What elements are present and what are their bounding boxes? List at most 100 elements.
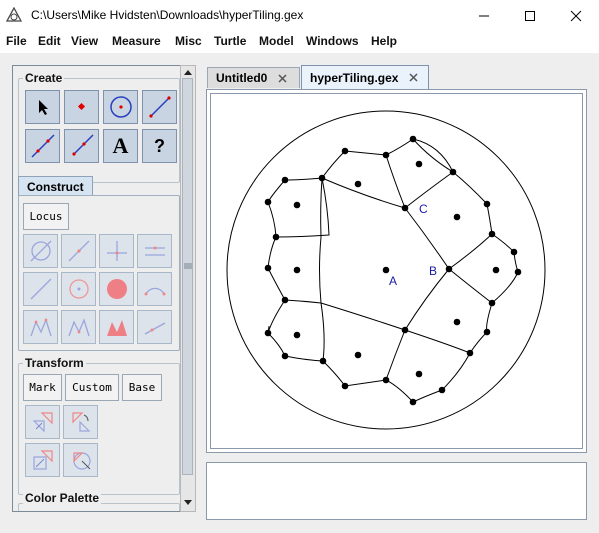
- tiling-edge: [320, 302, 406, 331]
- tiling-edge: [385, 138, 454, 209]
- vertex-point[interactable]: [341, 147, 349, 155]
- circle-icon: [109, 96, 132, 118]
- vertex-point[interactable]: [401, 326, 409, 334]
- vertex-point[interactable]: [319, 357, 327, 365]
- menu-model[interactable]: Model: [259, 34, 294, 48]
- reflect-tool[interactable]: [63, 443, 98, 477]
- vertex-point[interactable]: [281, 352, 289, 360]
- tiling-edge: [320, 177, 323, 238]
- menu-bar: File Edit View Measure Misc Turtle Model…: [0, 31, 599, 53]
- tool-panel-scrollbar[interactable]: [180, 65, 196, 512]
- vertex-point[interactable]: [488, 230, 496, 238]
- menu-help[interactable]: Help: [371, 34, 397, 48]
- menu-file[interactable]: File: [6, 34, 27, 48]
- polygon-icon: [29, 318, 52, 337]
- vertex-point[interactable]: [264, 198, 272, 206]
- menu-turtle[interactable]: Turtle: [214, 34, 246, 48]
- intersect-tool[interactable]: [23, 234, 58, 268]
- scrollbar-thumb[interactable]: [182, 78, 193, 475]
- vertex-point[interactable]: [449, 168, 457, 176]
- filled-polygon-tool[interactable]: [61, 310, 96, 344]
- vertex-point[interactable]: [438, 386, 446, 394]
- point-label-b[interactable]: B: [429, 264, 437, 278]
- segment-tool[interactable]: [142, 90, 177, 124]
- pointer-tool[interactable]: [25, 90, 60, 124]
- menu-edit[interactable]: Edit: [38, 34, 61, 48]
- vertex-point[interactable]: [409, 135, 417, 143]
- tab-untitled0[interactable]: Untitled0: [207, 67, 300, 88]
- midpoint-tool[interactable]: [61, 234, 96, 268]
- menu-measure[interactable]: Measure: [112, 34, 161, 48]
- tile-center-point[interactable]: [492, 266, 500, 274]
- vertex-point[interactable]: [281, 176, 289, 184]
- vertex-point[interactable]: [341, 382, 349, 390]
- vertex-point[interactable]: [514, 268, 522, 276]
- ray-tool[interactable]: [64, 129, 99, 163]
- vertex-point[interactable]: [488, 299, 496, 307]
- vertex-point[interactable]: [272, 233, 280, 241]
- menu-view[interactable]: View: [71, 34, 98, 48]
- scroll-up-icon[interactable]: [183, 68, 193, 76]
- tiling-edge: [344, 150, 387, 156]
- filled-polygon-shaded-tool[interactable]: [99, 310, 134, 344]
- tile-center-point[interactable]: [293, 201, 301, 209]
- minimize-button[interactable]: [461, 0, 507, 31]
- vertex-point[interactable]: [409, 398, 417, 406]
- tile-center-point[interactable]: [382, 266, 390, 274]
- vertex-point[interactable]: [445, 265, 453, 273]
- polygon-tool[interactable]: [23, 310, 58, 344]
- rotate-tool[interactable]: [63, 405, 98, 439]
- tile-center-point[interactable]: [293, 266, 301, 274]
- tile-center-point[interactable]: [453, 213, 461, 221]
- vertex-point[interactable]: [281, 296, 289, 304]
- parallel-tool[interactable]: [137, 234, 172, 268]
- dilate-tool[interactable]: [25, 443, 60, 477]
- geometry-canvas[interactable]: A B C: [210, 93, 583, 449]
- maximize-button[interactable]: [507, 0, 553, 31]
- perpendicular-tool[interactable]: [99, 234, 134, 268]
- help-tool[interactable]: ?: [142, 129, 177, 163]
- tab-construct[interactable]: Construct: [18, 176, 93, 196]
- vertex-point[interactable]: [483, 328, 491, 336]
- tile-center-point[interactable]: [354, 180, 362, 188]
- vertex-point[interactable]: [264, 329, 272, 337]
- tile-center-point[interactable]: [293, 331, 301, 339]
- tab-close-icon[interactable]: [409, 73, 418, 82]
- vertex-point[interactable]: [483, 200, 491, 208]
- locus-button[interactable]: Locus: [23, 203, 69, 230]
- vertex-point[interactable]: [401, 204, 409, 212]
- close-button[interactable]: [553, 0, 599, 31]
- point-label-c[interactable]: C: [419, 202, 428, 216]
- tile-center-point[interactable]: [415, 160, 423, 168]
- menu-windows[interactable]: Windows: [306, 34, 359, 48]
- text-tool[interactable]: A: [103, 129, 138, 163]
- tile-center-point[interactable]: [453, 318, 461, 326]
- scroll-down-icon[interactable]: [183, 499, 193, 507]
- vertex-point[interactable]: [510, 248, 518, 256]
- custom-button[interactable]: Custom: [65, 374, 119, 401]
- vertex-point[interactable]: [466, 349, 474, 357]
- point-tool[interactable]: [64, 90, 99, 124]
- base-button[interactable]: Base: [122, 374, 162, 401]
- filled-circle-tool[interactable]: [99, 272, 134, 306]
- vertex-point[interactable]: [264, 264, 272, 272]
- message-text-area[interactable]: [206, 462, 587, 520]
- vertex-point[interactable]: [382, 376, 390, 384]
- menu-misc[interactable]: Misc: [175, 34, 202, 48]
- ray-point-tool[interactable]: [137, 310, 172, 344]
- point-label-a[interactable]: A: [389, 274, 397, 288]
- line-tool[interactable]: [25, 129, 60, 163]
- arc-tool[interactable]: [137, 272, 172, 306]
- circle-center-tool[interactable]: [61, 272, 96, 306]
- vertex-point[interactable]: [382, 151, 390, 159]
- circle-tool[interactable]: [103, 90, 138, 124]
- translate-tool[interactable]: [25, 405, 60, 439]
- vertex-point[interactable]: [318, 174, 326, 182]
- bisector-tool[interactable]: [23, 272, 58, 306]
- tab-hypertiling[interactable]: hyperTiling.gex: [301, 65, 429, 89]
- hyperbolic-tiling-drawing[interactable]: A B C: [211, 94, 582, 448]
- tile-center-point[interactable]: [354, 351, 362, 359]
- mark-button[interactable]: Mark: [23, 374, 62, 401]
- tile-center-point[interactable]: [415, 370, 423, 378]
- tab-close-icon[interactable]: [278, 73, 287, 83]
